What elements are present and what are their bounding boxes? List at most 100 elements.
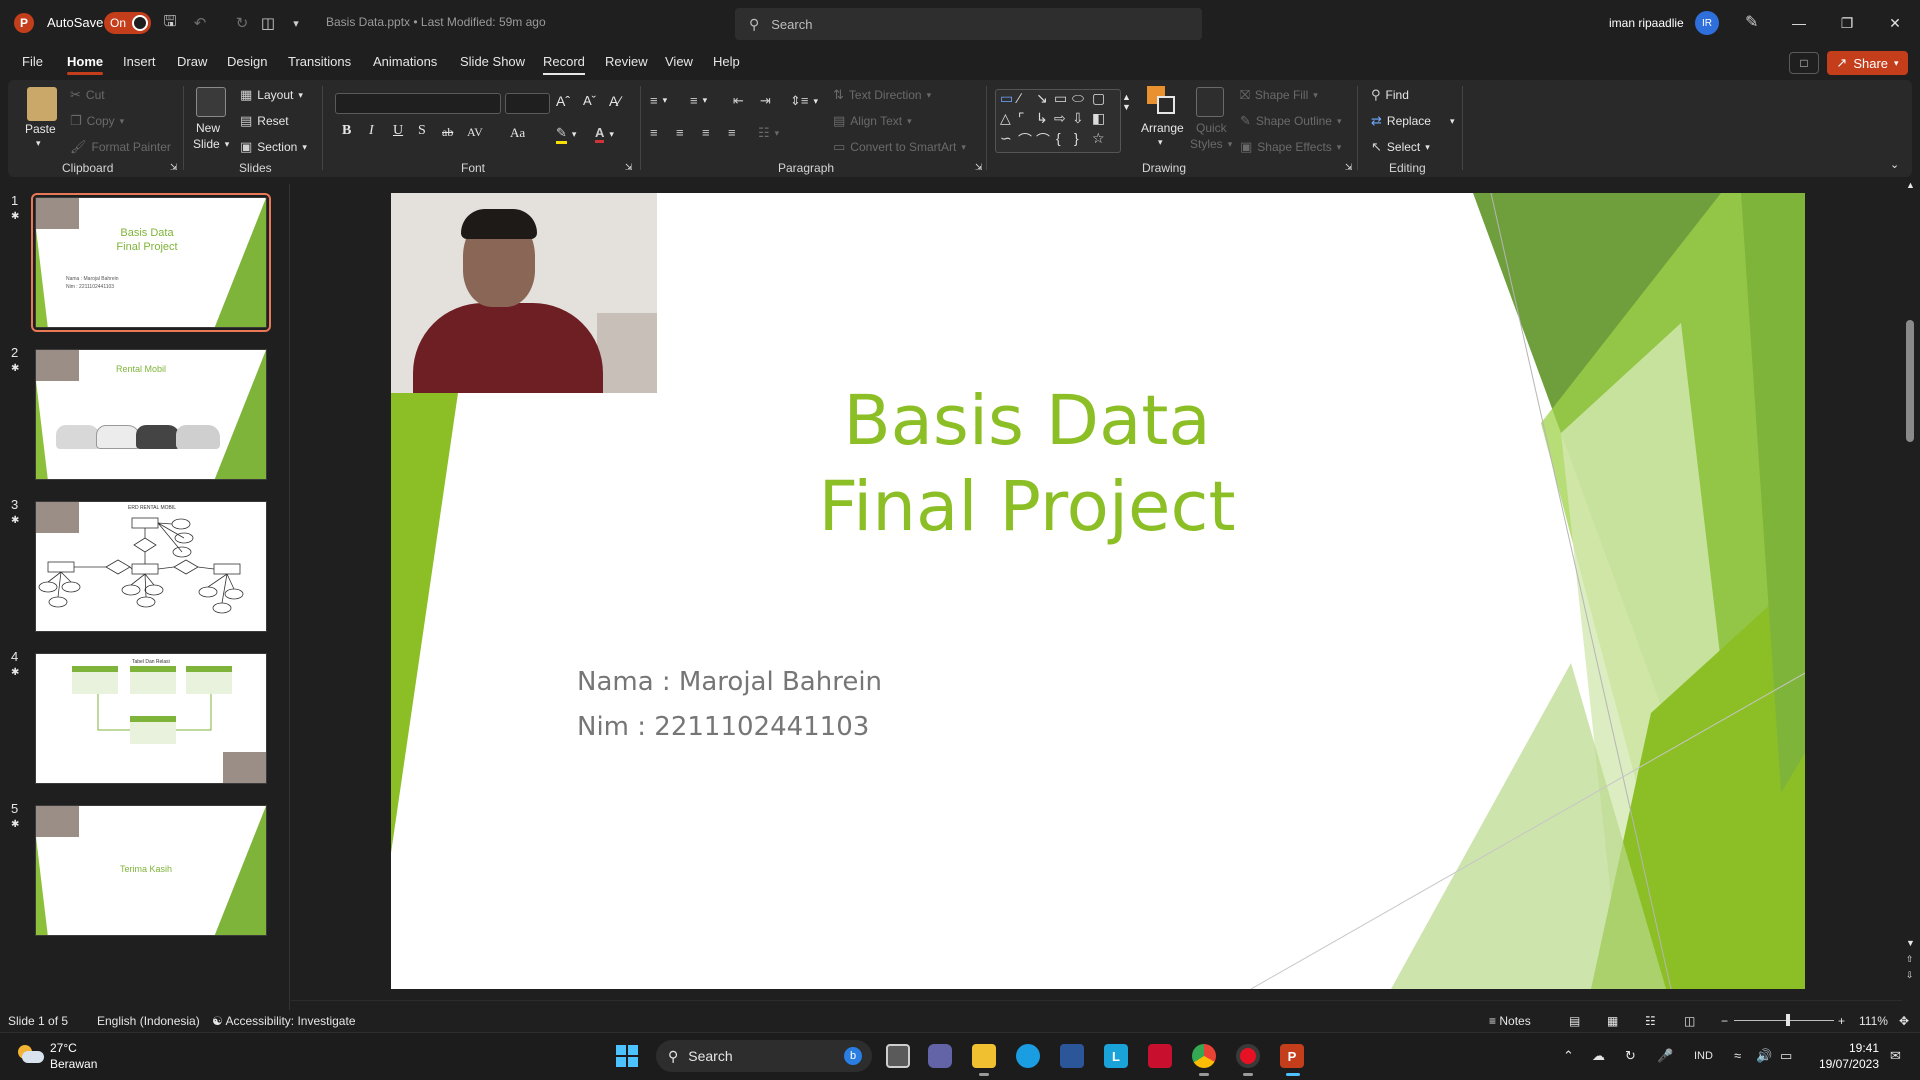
- notes-button[interactable]: ≡ Notes: [1489, 1014, 1531, 1028]
- recorder-icon[interactable]: [1236, 1044, 1260, 1068]
- down-arrow-shape-icon[interactable]: ⇩: [1072, 110, 1084, 127]
- zoom-slider-knob[interactable]: [1786, 1014, 1790, 1026]
- dialog-launcher-icon[interactable]: ⇲: [1345, 162, 1353, 173]
- scrollbar-thumb[interactable]: [1906, 320, 1914, 442]
- line-shape-icon[interactable]: ∕: [1018, 90, 1020, 106]
- new-slide-button[interactable]: New: [196, 121, 220, 135]
- paste-icon[interactable]: [27, 87, 57, 121]
- weather-cloud-icon[interactable]: [18, 1045, 44, 1065]
- change-case-button[interactable]: Aa: [510, 125, 525, 141]
- shapes-gallery[interactable]: ▭ ∕ ↘ ▭ ⬭ ▢ △ ⌜ ↳ ⇨ ⇩ ◧ ∽ ⌒ ⌒ { } ☆: [995, 89, 1121, 153]
- wifi-icon[interactable]: ≈: [1734, 1048, 1741, 1063]
- oval-shape-icon[interactable]: ⬭: [1072, 90, 1084, 107]
- battery-icon[interactable]: ▭: [1780, 1048, 1792, 1064]
- arrange-icon[interactable]: [1147, 86, 1177, 116]
- reset-button[interactable]: ▤ Reset: [240, 113, 289, 129]
- present-from-start-icon[interactable]: ◫: [258, 13, 278, 33]
- font-family-select[interactable]: [335, 93, 501, 114]
- rectangle-shape-icon[interactable]: ▭: [1054, 90, 1067, 107]
- left-brace-shape-icon[interactable]: {: [1056, 130, 1061, 146]
- quick-styles-icon[interactable]: [1196, 87, 1224, 117]
- layout-button[interactable]: ▦ Layout ▾: [240, 87, 303, 103]
- numbering-button[interactable]: ≡ ▾: [690, 93, 707, 108]
- convert-smartart-button[interactable]: ▭ Convert to SmartArt ▾: [833, 139, 966, 155]
- clear-formatting-icon[interactable]: A∕: [609, 93, 621, 109]
- language-indicator[interactable]: English (Indonesia): [97, 1014, 200, 1028]
- freeform-shape-icon[interactable]: ∽: [1000, 130, 1012, 147]
- zoom-in-icon[interactable]: +: [1838, 1014, 1845, 1028]
- file-explorer-icon[interactable]: [972, 1044, 996, 1068]
- decrease-font-icon[interactable]: Aˇ: [583, 93, 596, 108]
- shape-effects-button[interactable]: ▣ Shape Effects ▾: [1240, 139, 1341, 155]
- zoom-level[interactable]: 111%: [1859, 1014, 1888, 1028]
- justify-icon[interactable]: ≡: [728, 125, 736, 140]
- tab-view[interactable]: View: [665, 54, 693, 69]
- shape-outline-button[interactable]: ✎ Shape Outline ▾: [1240, 113, 1342, 129]
- underline-button[interactable]: U: [393, 123, 403, 139]
- quick-styles-button[interactable]: Quick: [1196, 121, 1227, 135]
- tab-draw[interactable]: Draw: [177, 54, 207, 69]
- align-left-icon[interactable]: ≡: [650, 125, 658, 140]
- microsoft-store-icon[interactable]: [1060, 1044, 1084, 1068]
- dialog-launcher-icon[interactable]: ⇲: [170, 162, 178, 173]
- customize-toolbar-icon[interactable]: ▾: [286, 13, 306, 33]
- tab-insert[interactable]: Insert: [123, 54, 156, 69]
- new-slide-dropdown[interactable]: Slide ▾: [193, 137, 229, 151]
- close-icon[interactable]: ✕: [1872, 8, 1918, 38]
- bullets-button[interactable]: ≡ ▾: [650, 93, 667, 108]
- windows-start-icon[interactable]: [616, 1045, 638, 1067]
- arc-shape-icon[interactable]: ⌒: [1036, 130, 1050, 150]
- copy-button[interactable]: ❐ Copy ▾: [70, 113, 124, 129]
- font-size-select[interactable]: [505, 93, 550, 114]
- character-spacing-button[interactable]: AV: [467, 125, 483, 140]
- columns-button[interactable]: ☷ ▾: [758, 125, 779, 141]
- triangle-shape-icon[interactable]: △: [1000, 110, 1011, 127]
- dialog-launcher-icon[interactable]: ⇲: [625, 162, 633, 173]
- align-text-button[interactable]: ▤ Align Text ▾: [833, 113, 912, 129]
- onedrive-icon[interactable]: ☁: [1592, 1048, 1605, 1064]
- find-button[interactable]: ⚲ Find: [1371, 87, 1409, 103]
- vertical-scrollbar[interactable]: [1904, 184, 1918, 984]
- minimize-icon[interactable]: —: [1776, 8, 1822, 38]
- tab-help[interactable]: Help: [713, 54, 740, 69]
- notification-icon[interactable]: ✉: [1890, 1048, 1901, 1064]
- fit-to-window-icon[interactable]: ✥: [1899, 1014, 1909, 1028]
- paste-button[interactable]: Paste: [25, 122, 56, 136]
- volume-icon[interactable]: 🔊: [1756, 1048, 1772, 1064]
- slideshow-view-icon[interactable]: ◫: [1684, 1014, 1695, 1028]
- line-spacing-button[interactable]: ⇕≡ ▾: [790, 93, 818, 109]
- normal-view-icon[interactable]: ▤: [1569, 1014, 1580, 1028]
- designer-pen-icon[interactable]: ✎: [1745, 12, 1758, 32]
- l-app-icon[interactable]: L: [1104, 1044, 1128, 1068]
- italic-button[interactable]: I: [369, 123, 374, 139]
- bold-button[interactable]: B: [342, 123, 351, 139]
- chevron-down-icon[interactable]: ▾: [1158, 137, 1163, 148]
- slide-thumbnail-1[interactable]: Basis Data Final Project Nama : Marojal …: [31, 193, 271, 332]
- collapse-ribbon-icon[interactable]: ⌄: [1890, 158, 1899, 171]
- paste-dropdown-icon[interactable]: ▾: [36, 138, 41, 149]
- callout-shape-icon[interactable]: ◧: [1092, 110, 1105, 127]
- shapes-more-icon[interactable]: ▲ ▼: [1122, 92, 1131, 112]
- edge-icon[interactable]: [1016, 1044, 1040, 1068]
- scroll-up-icon[interactable]: ▲: [1906, 180, 1915, 190]
- font-color-button[interactable]: A ▾: [595, 125, 614, 143]
- chrome-icon[interactable]: [1192, 1044, 1216, 1068]
- elbow-connector-shape-icon[interactable]: ⌜: [1018, 110, 1025, 127]
- scroll-down-icon[interactable]: ▼: [1906, 938, 1915, 948]
- slide-thumbnail-4[interactable]: Tabel Dan Relasi: [35, 653, 267, 784]
- rounded-rect-shape-icon[interactable]: ▢: [1092, 90, 1105, 107]
- document-title[interactable]: Basis Data.pptx • Last Modified: 59m ago: [326, 15, 546, 29]
- increase-indent-icon[interactable]: ⇥: [760, 93, 771, 109]
- arrange-button[interactable]: Arrange: [1141, 121, 1184, 135]
- slide-subtitle-name[interactable]: Nama : Marojal Bahrein: [577, 667, 882, 697]
- tab-record[interactable]: Record: [543, 54, 585, 75]
- tab-file[interactable]: File: [22, 54, 43, 69]
- teams-chat-icon[interactable]: [928, 1044, 952, 1068]
- align-center-icon[interactable]: ≡: [676, 125, 684, 140]
- zoom-out-icon[interactable]: −: [1721, 1014, 1728, 1028]
- weather-condition[interactable]: Berawan: [50, 1057, 97, 1071]
- format-painter-button[interactable]: 🖌 Format Painter: [70, 139, 171, 155]
- dialog-launcher-icon[interactable]: ⇲: [975, 162, 983, 173]
- show-hidden-icons[interactable]: ⌃: [1563, 1048, 1574, 1064]
- highlight-color-button[interactable]: ✎ ▾: [556, 125, 576, 144]
